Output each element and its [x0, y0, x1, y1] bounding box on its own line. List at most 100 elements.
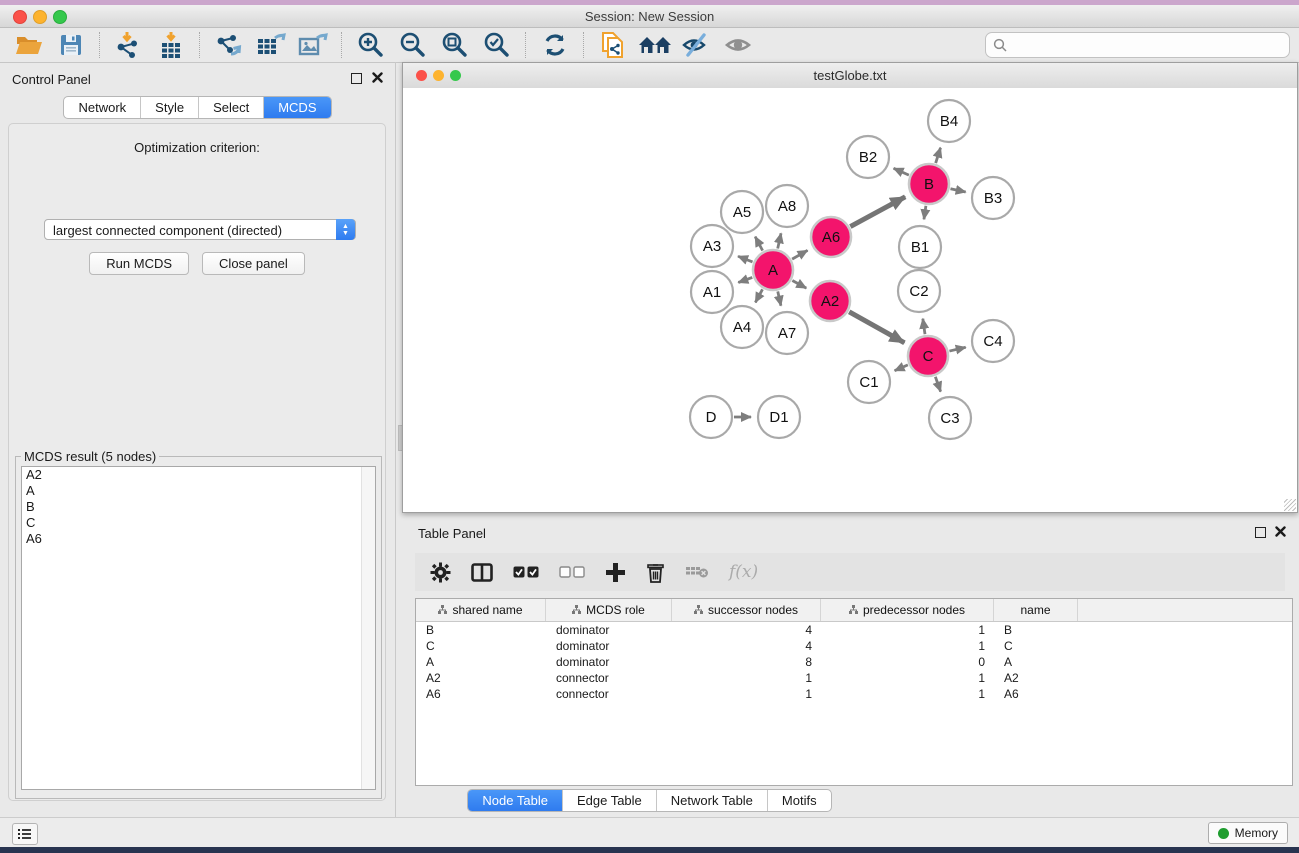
- table-toolbar: f(x): [415, 553, 1285, 591]
- graph-node-label: B3: [984, 190, 1002, 207]
- cell-mcds_role: connector: [546, 670, 672, 686]
- table-row[interactable]: A2connector11A2: [416, 670, 1292, 686]
- cell-successor_nodes: 4: [672, 638, 821, 654]
- resize-grip[interactable]: [1284, 499, 1296, 511]
- search-field[interactable]: [985, 32, 1290, 58]
- delete-column-icon[interactable]: [646, 562, 665, 583]
- column-view-icon[interactable]: [471, 563, 493, 582]
- graph-edge-C-C3[interactable]: [935, 377, 940, 392]
- result-item[interactable]: A6: [22, 531, 375, 547]
- gear-icon[interactable]: [430, 562, 451, 583]
- cell-successor_nodes: 1: [672, 686, 821, 702]
- result-item[interactable]: B: [22, 499, 375, 515]
- table-row[interactable]: A6connector11A6: [416, 686, 1292, 702]
- graph-edge-A-A8[interactable]: [778, 233, 781, 248]
- tab-network-table[interactable]: Network Table: [656, 790, 767, 811]
- node-table[interactable]: shared nameMCDS rolesuccessor nodesprede…: [415, 598, 1293, 786]
- optimization-criterion-select[interactable]: largest connected component (directed) ▲…: [44, 219, 356, 240]
- graph-edge-A-A3[interactable]: [738, 256, 752, 262]
- graph-edge-B-B3[interactable]: [950, 189, 965, 192]
- graph-edge-C-C4[interactable]: [949, 347, 965, 351]
- table-panel-title: Table Panel: [418, 526, 486, 541]
- export-network-icon[interactable]: [208, 30, 250, 60]
- refresh-icon[interactable]: [534, 30, 576, 60]
- cell-shared_name: B: [416, 622, 546, 638]
- result-item[interactable]: A2: [22, 467, 375, 483]
- result-item[interactable]: C: [22, 515, 375, 531]
- graph-edge-B-B4[interactable]: [936, 148, 941, 163]
- tab-edge-table[interactable]: Edge Table: [562, 790, 656, 811]
- graph-node-label: C4: [983, 333, 1002, 350]
- select-all-icon[interactable]: [513, 566, 539, 578]
- graph-edge-A-A7[interactable]: [778, 291, 781, 305]
- clone-network-icon[interactable]: [592, 30, 634, 60]
- zoom-fit-icon[interactable]: [434, 30, 476, 60]
- tab-mcds[interactable]: MCDS: [263, 97, 330, 118]
- tab-node-table[interactable]: Node Table: [468, 790, 562, 811]
- tab-style[interactable]: Style: [140, 97, 198, 118]
- graph-edge-C-C1[interactable]: [895, 365, 908, 371]
- search-input[interactable]: [1008, 37, 1262, 53]
- graph-edge-A6-B[interactable]: [850, 197, 905, 227]
- table-row[interactable]: Bdominator41B: [416, 622, 1292, 638]
- zoom-in-icon[interactable]: [350, 30, 392, 60]
- cell-predecessor_nodes: 1: [821, 686, 994, 702]
- graph-edge-A2-C[interactable]: [849, 312, 904, 343]
- network-view-window: testGlobe.txt B4B2BB3A5A8A6B1A3AC2A1A2A4…: [402, 62, 1298, 513]
- cell-shared_name: A2: [416, 670, 546, 686]
- tab-motifs[interactable]: Motifs: [767, 790, 831, 811]
- graph-edge-A-A2[interactable]: [792, 281, 806, 289]
- graph-edge-A-A4[interactable]: [755, 289, 762, 302]
- tab-select[interactable]: Select: [198, 97, 263, 118]
- hide-selected-icon[interactable]: [676, 30, 718, 60]
- home-icon[interactable]: [634, 30, 676, 60]
- column-header-MCDS-role[interactable]: MCDS role: [546, 599, 672, 621]
- deselect-all-icon[interactable]: [559, 566, 585, 578]
- run-mcds-button[interactable]: Run MCDS: [89, 252, 189, 275]
- mcds-result-list[interactable]: A2ABCA6: [21, 466, 376, 790]
- zoom-selected-icon[interactable]: [476, 30, 518, 60]
- graph-edge-A-A5[interactable]: [755, 237, 762, 251]
- cell-name: A6: [994, 686, 1078, 702]
- graph-node-label: C2: [909, 283, 928, 300]
- zoom-out-icon[interactable]: [392, 30, 434, 60]
- export-image-icon[interactable]: [292, 30, 334, 60]
- graph-node-label: A1: [703, 284, 721, 301]
- attribute-icon: [572, 603, 581, 617]
- table-row[interactable]: Adominator80A: [416, 654, 1292, 670]
- close-panel-icon[interactable]: [372, 72, 383, 83]
- network-canvas[interactable]: B4B2BB3A5A8A6B1A3AC2A1A2A4A7C4CC1C3DD1: [403, 88, 1297, 512]
- memory-button[interactable]: Memory: [1208, 822, 1288, 844]
- graph-edge-C-C2[interactable]: [923, 319, 925, 334]
- window-titlebar: Session: New Session: [0, 5, 1299, 28]
- add-column-icon[interactable]: [605, 562, 626, 583]
- task-history-button[interactable]: [12, 823, 38, 845]
- main-toolbar: [0, 28, 1299, 63]
- cell-mcds_role: dominator: [546, 654, 672, 670]
- close-table-panel-icon[interactable]: [1275, 526, 1286, 537]
- column-header-name[interactable]: name: [994, 599, 1078, 621]
- graph-edge-A-A6[interactable]: [792, 250, 807, 259]
- float-table-panel-icon[interactable]: [1255, 527, 1266, 538]
- network-window-titlebar[interactable]: testGlobe.txt: [403, 63, 1297, 89]
- attribute-icon: [438, 603, 447, 617]
- save-session-icon[interactable]: [50, 30, 92, 60]
- scrollbar-track[interactable]: [361, 467, 375, 789]
- table-row[interactable]: Cdominator41C: [416, 638, 1292, 654]
- close-panel-button[interactable]: Close panel: [202, 252, 305, 275]
- float-panel-icon[interactable]: [351, 73, 362, 84]
- graph-edge-A-A1[interactable]: [738, 277, 752, 282]
- graph-edge-B-B1[interactable]: [924, 206, 926, 220]
- tab-network[interactable]: Network: [64, 97, 140, 118]
- show-all-icon[interactable]: [718, 30, 760, 60]
- graph-node-label: D1: [769, 409, 788, 426]
- graph-edge-B-B2[interactable]: [894, 168, 909, 175]
- column-header-predecessor-nodes[interactable]: predecessor nodes: [821, 599, 994, 621]
- column-header-shared-name[interactable]: shared name: [416, 599, 546, 621]
- column-header-successor-nodes[interactable]: successor nodes: [672, 599, 821, 621]
- import-network-icon[interactable]: [108, 30, 150, 60]
- result-item[interactable]: A: [22, 483, 375, 499]
- export-table-icon[interactable]: [250, 30, 292, 60]
- import-table-icon[interactable]: [150, 30, 192, 60]
- open-session-icon[interactable]: [8, 30, 50, 60]
